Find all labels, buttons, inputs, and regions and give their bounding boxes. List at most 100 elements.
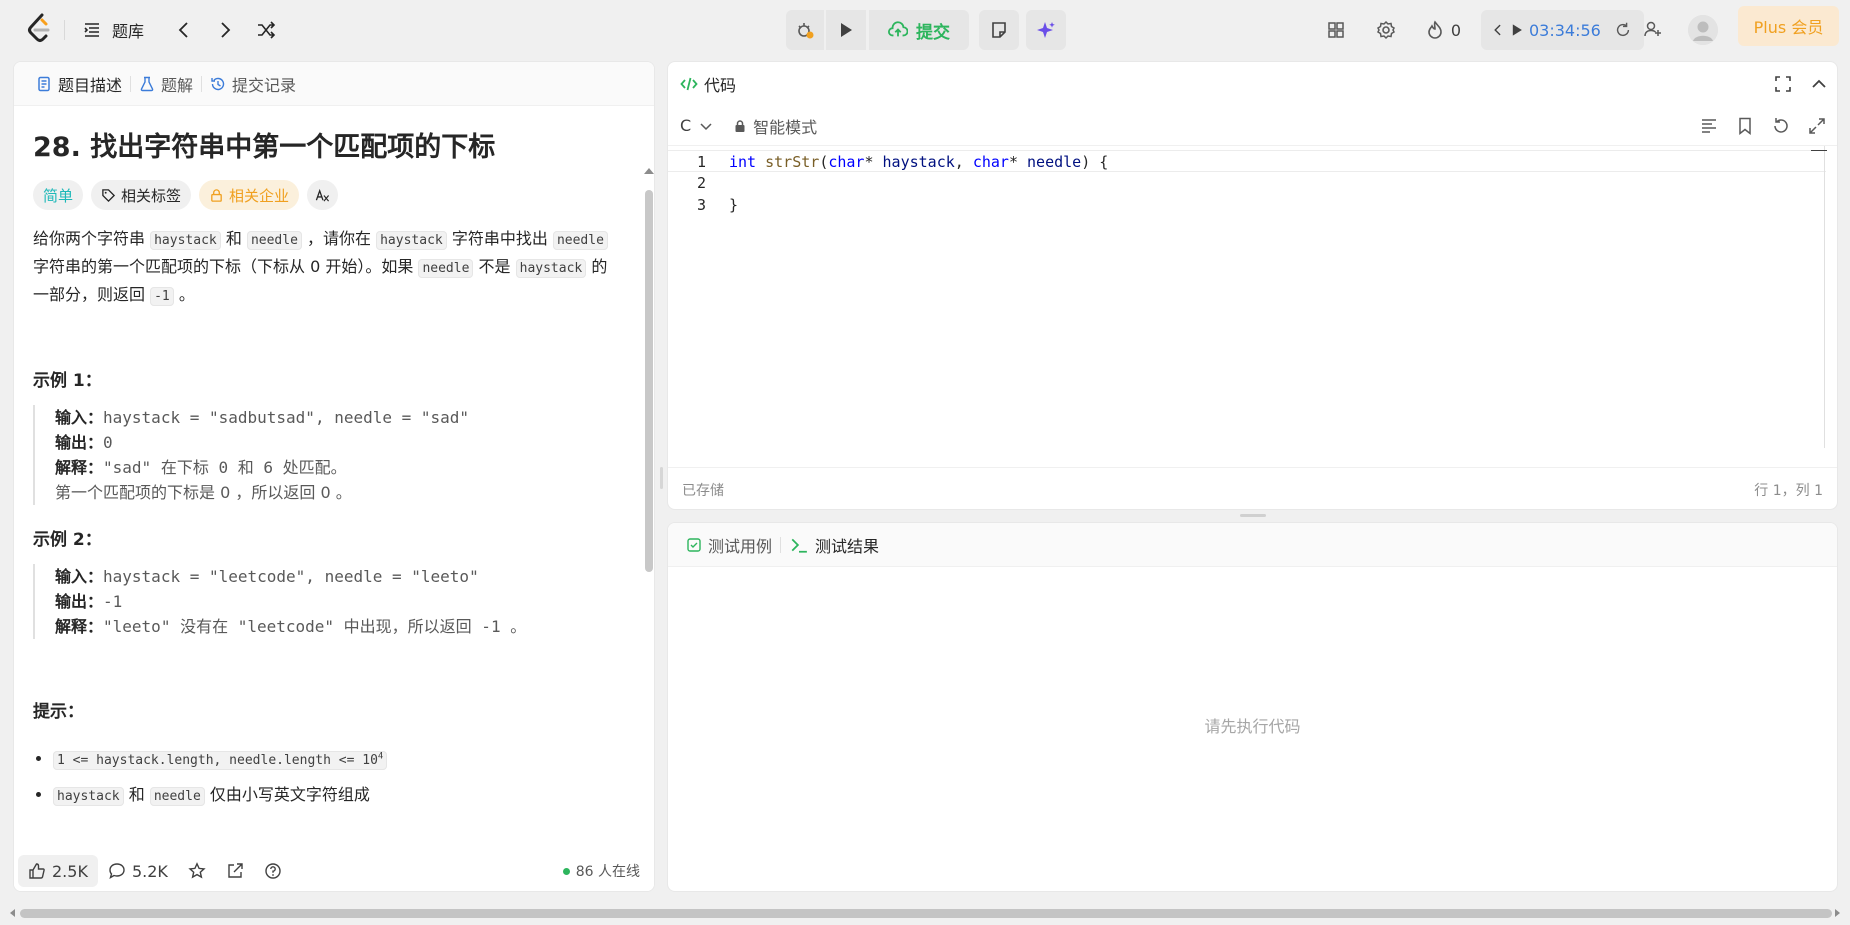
vertical-resize-handle[interactable] <box>660 467 663 489</box>
timer-reset-button[interactable] <box>1609 18 1637 42</box>
tab-description[interactable]: 题目描述 <box>28 72 130 96</box>
language-select[interactable]: C <box>680 116 713 135</box>
companies-tag-button[interactable]: 相关企业 <box>199 180 300 210</box>
desc-text: ，请你在 <box>307 229 372 248</box>
example-1-title: 示例 1： <box>33 371 102 391</box>
leetcode-logo[interactable] <box>26 13 52 45</box>
problem-tabs: 题目描述 题解 提交记录 <box>14 62 654 106</box>
constraint-item: 1 <= haystack.length, needle.length <= 1… <box>53 740 623 778</box>
maximize-icon[interactable] <box>1773 74 1793 94</box>
fullscreen-icon[interactable] <box>1807 116 1827 136</box>
terminal-icon <box>791 538 807 553</box>
scroll-right-arrow[interactable] <box>1835 909 1840 917</box>
note-icon <box>992 22 1006 38</box>
difficulty-badge[interactable]: 简单 <box>33 180 84 210</box>
code-editor[interactable]: 1 int strStr(char* haystack, char* needl… <box>668 146 1826 448</box>
inline-code: needle <box>552 231 608 250</box>
favorite-button[interactable] <box>178 855 216 887</box>
bookmark-icon[interactable] <box>1735 116 1755 136</box>
timer-play-button[interactable] <box>1509 18 1525 42</box>
desc-text: 字符串中找出 <box>451 229 548 248</box>
format-icon[interactable] <box>1699 116 1719 136</box>
avatar[interactable] <box>1688 15 1718 45</box>
chevron-left-icon <box>178 22 188 38</box>
play-icon <box>1512 24 1522 36</box>
collapse-icon[interactable] <box>1809 74 1829 94</box>
tab-submissions[interactable]: 提交记录 <box>202 72 304 96</box>
editor-actions <box>1699 116 1827 136</box>
tab-testcases[interactable]: 测试用例 <box>678 533 780 557</box>
scroll-thumb[interactable] <box>645 190 653 572</box>
problem-list-label: 题库 <box>112 22 145 41</box>
gear-icon <box>1377 20 1395 40</box>
random-problem-button[interactable] <box>254 18 278 42</box>
smart-mode-toggle[interactable]: 智能模式 <box>733 114 817 138</box>
chevron-down-icon <box>700 122 712 130</box>
inline-code: haystack <box>53 787 124 807</box>
streak-count: 0 <box>1450 20 1462 40</box>
debug-button[interactable] <box>786 10 824 50</box>
code-line[interactable]: 1 int strStr(char* haystack, char* needl… <box>668 150 1826 172</box>
inline-code: haystack <box>515 259 587 278</box>
comments-button[interactable]: 5.2K <box>98 855 178 887</box>
desc-text: 和 <box>225 229 242 248</box>
code-line[interactable]: 2 <box>668 172 1826 194</box>
example-explanation-2: 第一个匹配项的下标是 0 ，所以返回 0 。 <box>55 483 352 502</box>
token-type: char <box>828 153 865 171</box>
add-friend-button[interactable] <box>1640 16 1666 42</box>
line-text: int strStr(char* haystack, char* needle)… <box>729 151 1108 173</box>
scroll-up-arrow[interactable] <box>644 168 654 174</box>
reset-icon[interactable] <box>1771 116 1791 136</box>
timer-prev-button[interactable] <box>1487 18 1509 42</box>
description-scrollbar[interactable] <box>642 162 654 891</box>
like-button[interactable]: 2.5K <box>18 855 98 887</box>
share-button[interactable] <box>216 855 254 887</box>
companies-label: 相关企业 <box>229 186 290 205</box>
constraint-text: 和 <box>128 785 145 805</box>
layout-grid-icon <box>1328 22 1344 38</box>
notes-button[interactable] <box>979 10 1019 50</box>
problem-footer: 2.5K 5.2K 86 人在线 <box>14 850 654 891</box>
run-button[interactable] <box>826 10 866 50</box>
submit-button[interactable]: 提交 <box>869 10 969 50</box>
token-param: haystack <box>882 153 955 171</box>
translate-icon <box>315 188 330 201</box>
ai-assistant-button[interactable] <box>1026 10 1066 50</box>
desc-text: 字符串的第一个匹配项的下标（下标从 0 开始）。如果 <box>33 257 414 276</box>
code-header: 代码 <box>668 62 1837 106</box>
smart-mode-label: 智能模式 <box>753 117 818 137</box>
timer-box: 03:34:56 <box>1481 10 1644 50</box>
topics-tag-button[interactable]: 相关标签 <box>91 180 192 210</box>
next-problem-button[interactable] <box>213 18 237 42</box>
desc-text: 给你两个字符串 <box>33 229 146 248</box>
scroll-thumb[interactable] <box>20 909 1832 918</box>
problem-list-link[interactable]: 题库 <box>82 18 144 42</box>
desc-text: 。 <box>178 285 195 304</box>
plus-membership-button[interactable]: Plus 会员 <box>1738 6 1839 46</box>
translate-button[interactable] <box>307 180 339 210</box>
layout-button[interactable] <box>1324 18 1348 42</box>
streak-counter[interactable]: 0 <box>1422 18 1464 42</box>
token-punct: , <box>954 153 973 171</box>
code-line[interactable]: 3 } <box>668 194 1826 216</box>
example-1-block: 输入：haystack = "sadbutsad", needle = "sad… <box>33 405 623 505</box>
tab-solutions[interactable]: 题解 <box>131 72 201 96</box>
example-output: -1 <box>103 592 123 611</box>
help-button[interactable] <box>254 855 292 887</box>
horizontal-resize-handle[interactable] <box>1240 514 1266 517</box>
question-icon <box>265 863 281 879</box>
prev-problem-button[interactable] <box>172 18 196 42</box>
online-dot <box>562 867 570 875</box>
page-horizontal-scrollbar[interactable] <box>10 906 1840 920</box>
tab-test-result[interactable]: 测试结果 <box>781 533 887 557</box>
scroll-left-arrow[interactable] <box>10 909 15 917</box>
settings-button[interactable] <box>1374 18 1398 42</box>
lock-icon <box>211 188 222 202</box>
constraints-title: 提示： <box>33 702 84 722</box>
submit-label: 提交 <box>916 22 950 43</box>
result-placeholder: 请先执行代码 <box>1204 717 1301 736</box>
online-count: 86 人在线 <box>562 861 640 881</box>
example-explanation: "sad" 在下标 0 和 6 处匹配。 <box>103 458 347 477</box>
editor-scroll-track[interactable] <box>1824 146 1825 448</box>
code-title: 代码 <box>680 72 736 96</box>
